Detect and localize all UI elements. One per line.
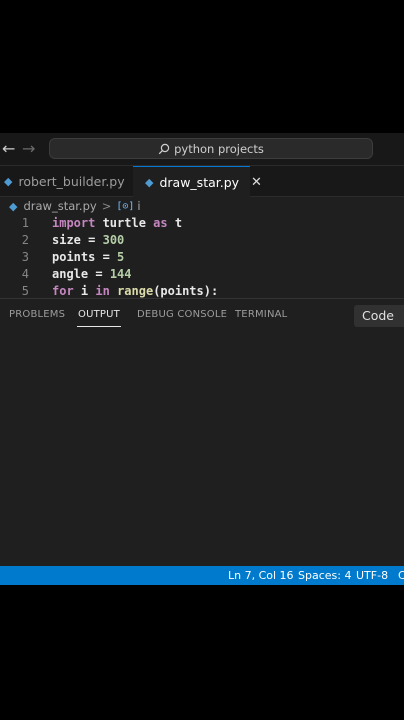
close-icon[interactable]: ✕ <box>251 175 262 190</box>
line-number: 5 <box>21 284 29 298</box>
encoding-setting[interactable]: UTF-8 <box>356 566 388 585</box>
search-icon <box>158 143 170 154</box>
back-arrow-icon[interactable]: ← <box>2 139 15 159</box>
code-token: = <box>80 233 103 247</box>
code-token: = <box>95 250 118 264</box>
code-line[interactable]: 5 for i in range(points): <box>0 283 404 298</box>
tab-debug-console[interactable]: DEBUG CONSOLE <box>137 309 227 320</box>
code-line[interactable]: 4 angle = 144 <box>0 266 404 283</box>
code-token: as <box>153 216 168 230</box>
vscode-window: ← → python projects ◆ robert_builder.py … <box>0 133 404 585</box>
tab-output[interactable]: OUTPUT <box>77 309 121 327</box>
python-file-icon: ◆ <box>9 199 18 213</box>
code-token: range <box>117 284 154 298</box>
line-number: 3 <box>21 250 29 264</box>
tab-draw-star[interactable]: ◆ draw_star.py ✕ <box>133 166 262 197</box>
code-token: 144 <box>109 267 132 281</box>
code-line[interactable]: 3 points = 5 <box>0 249 404 266</box>
code-token: = <box>88 267 110 281</box>
code-token: points <box>52 250 96 264</box>
cursor-position[interactable]: Ln 7, Col 16 <box>228 566 294 585</box>
line-number: 2 <box>21 233 29 247</box>
tab-label: draw_star.py <box>159 174 240 190</box>
forward-arrow-icon[interactable]: → <box>22 139 35 159</box>
code-token: turtle <box>95 216 154 230</box>
tab-robert-builder[interactable]: ◆ robert_builder.py <box>0 166 132 196</box>
code-token: size <box>52 233 81 247</box>
code-line[interactable]: 1 import turtle as t <box>0 215 404 232</box>
code-text: for i in range(points): <box>52 283 218 298</box>
code-token: for <box>52 284 74 298</box>
editor-tabs: ◆ robert_builder.py ◆ draw_star.py ✕ <box>0 166 404 197</box>
code-token: in <box>95 284 110 298</box>
bottom-panel: PROBLEMS OUTPUT DEBUG CONSOLE TERMINAL C… <box>0 298 404 567</box>
title-bar: ← → python projects <box>0 133 404 166</box>
breadcrumb-file[interactable]: draw_star.py <box>23 199 96 213</box>
tab-terminal[interactable]: TERMINAL <box>235 309 287 320</box>
breadcrumb-symbol[interactable]: i <box>137 199 140 213</box>
command-center-search[interactable]: python projects <box>49 138 373 159</box>
status-bar: Ln 7, Col 16 Spaces: 4 UTF-8 C <box>0 566 404 585</box>
line-number: 4 <box>21 267 29 281</box>
indentation-setting[interactable]: Spaces: 4 <box>298 566 351 585</box>
command-center-label: python projects <box>174 141 264 156</box>
code-text: points = 5 <box>52 249 124 266</box>
code-token: t <box>167 216 183 230</box>
variable-symbol-icon: [⊙] <box>116 200 135 212</box>
code-token: 5 <box>117 250 125 264</box>
breadcrumb-separator: > <box>101 199 112 213</box>
code-editor[interactable]: 1 import turtle as t 2 size = 300 3 points = … <box>0 215 404 298</box>
python-file-icon: ◆ <box>145 175 154 189</box>
code-token: i <box>73 284 96 298</box>
breadcrumb: ◆ draw_star.py > [⊙] i <box>0 197 404 215</box>
code-text: size = 300 <box>52 232 124 249</box>
output-channel-select[interactable]: Code <box>354 305 404 327</box>
code-token: import <box>52 216 96 230</box>
code-text: angle = 144 <box>52 266 132 283</box>
code-token: angle <box>52 267 89 281</box>
line-number: 1 <box>21 216 29 230</box>
tab-problems[interactable]: PROBLEMS <box>9 309 65 320</box>
code-token: (points): <box>153 284 219 298</box>
eol-setting[interactable]: C <box>398 566 404 585</box>
tab-label: robert_builder.py <box>18 173 125 189</box>
python-file-icon: ◆ <box>4 174 13 188</box>
code-token: 300 <box>102 233 125 247</box>
code-text: import turtle as t <box>52 215 182 232</box>
code-line[interactable]: 2 size = 300 <box>0 232 404 249</box>
